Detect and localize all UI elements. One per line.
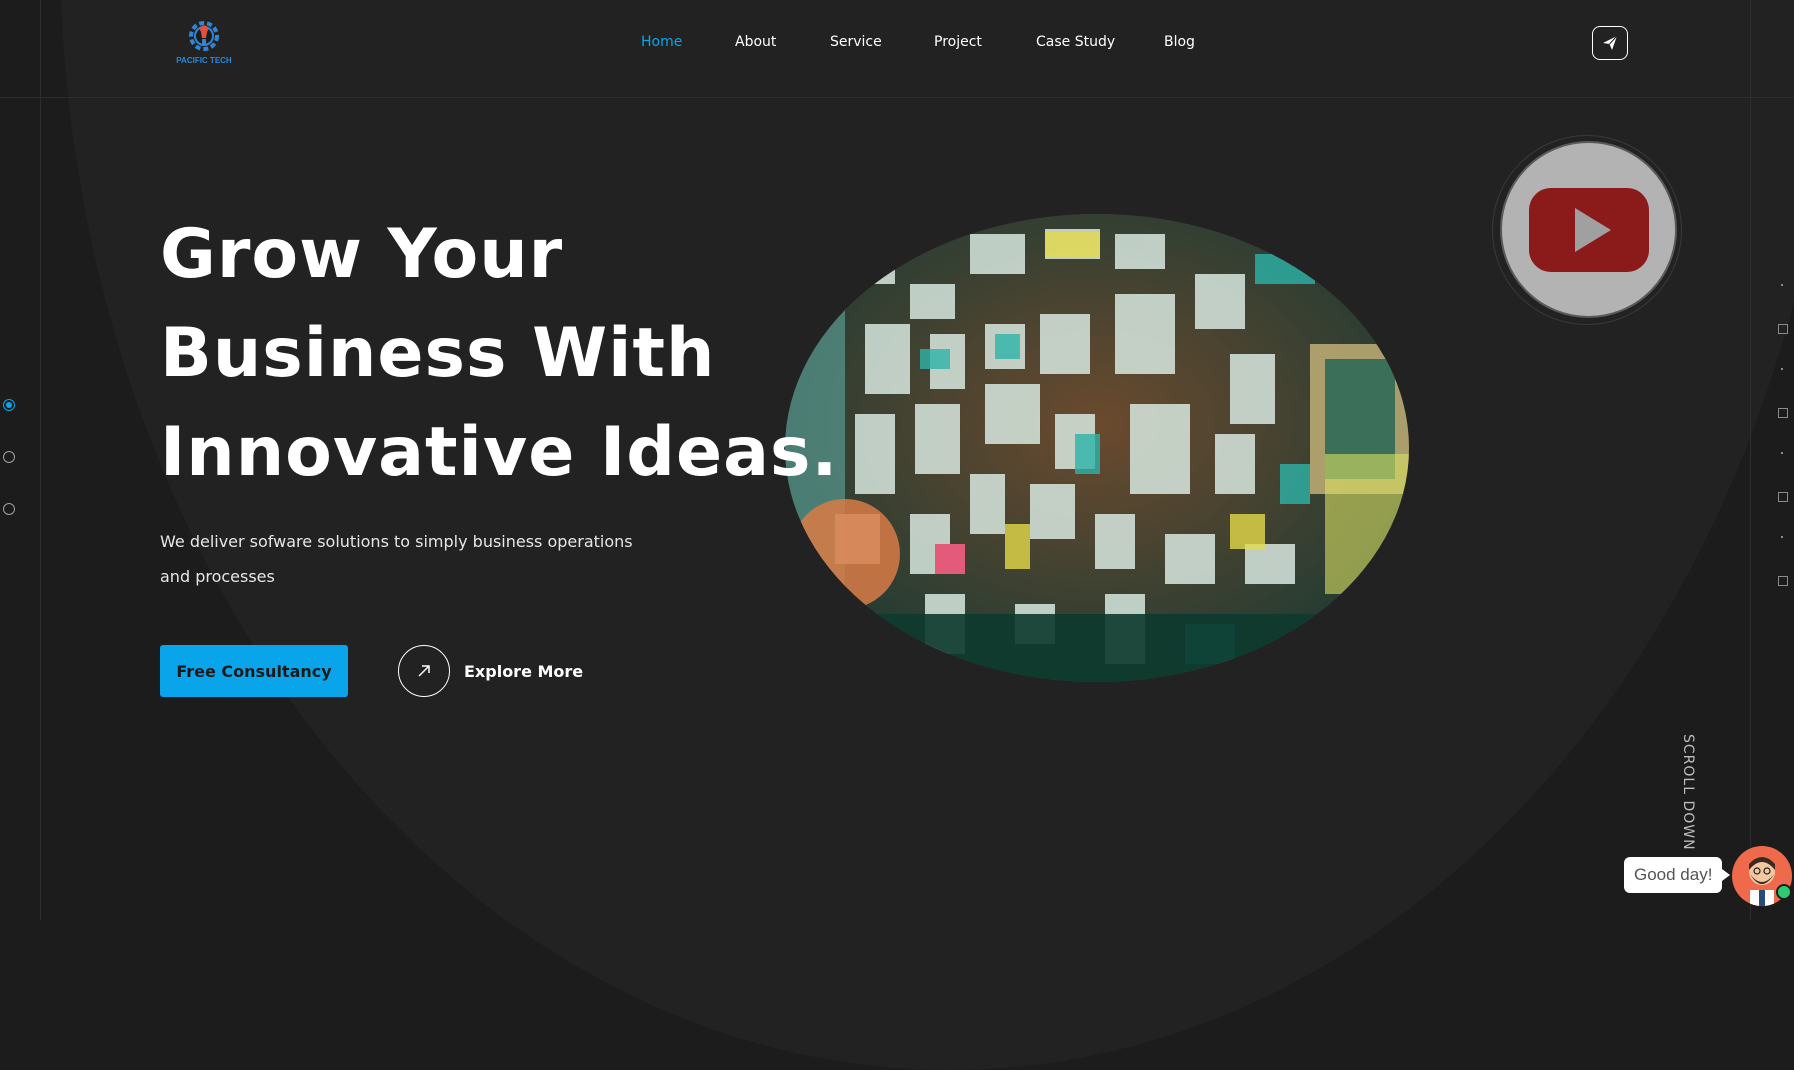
scroll-down-label[interactable]: SCROLL DOWN [1680,734,1696,851]
gear-bulb-logo-icon [189,21,219,51]
hero-image [785,214,1409,682]
nav-about[interactable]: About [735,34,776,50]
slider-dot-1[interactable] [3,399,15,411]
slider-dot-2[interactable] [3,451,15,463]
nav-project[interactable]: Project [934,34,982,50]
youtube-play-icon [1528,187,1649,272]
video-play-button[interactable] [1500,141,1677,318]
free-consultancy-button[interactable]: Free Consultancy [160,645,348,697]
brand-name: PACIFIC TECH [176,56,232,65]
nav-service[interactable]: Service [830,34,882,50]
header-divider [0,97,1794,98]
wall-of-signs-photo-icon [785,214,1409,682]
site-logo[interactable]: PACIFIC TECH [176,18,232,70]
hero-title-line-3: Innovative Ideas. [160,413,839,492]
nav-blog[interactable]: Blog [1164,34,1195,50]
arrow-up-right-icon [398,645,450,697]
hero-title-line-1: Grow Your [160,215,564,294]
send-button[interactable] [1592,26,1628,60]
explore-more-label: Explore More [464,661,584,681]
hero-subtitle: We deliver sofware solutions to simply b… [160,532,633,586]
explore-more-link[interactable]: Explore More [398,645,583,697]
site-header: PACIFIC TECH Home About Service Project … [0,0,1794,97]
grid-line-right [1750,0,1751,920]
nav-case-study[interactable]: Case Study [1036,34,1115,50]
slider-dot-3[interactable] [3,503,15,515]
hero-title-line-2: Business With [160,314,716,393]
paper-plane-icon [1603,35,1618,50]
online-status-indicator [1776,884,1792,900]
chat-greeting[interactable]: Good day! [1624,857,1731,893]
hero-title: Grow Your Business With Innovative Ideas… [160,205,838,502]
grid-line-left [40,0,41,920]
nav-home[interactable]: Home [641,34,682,50]
